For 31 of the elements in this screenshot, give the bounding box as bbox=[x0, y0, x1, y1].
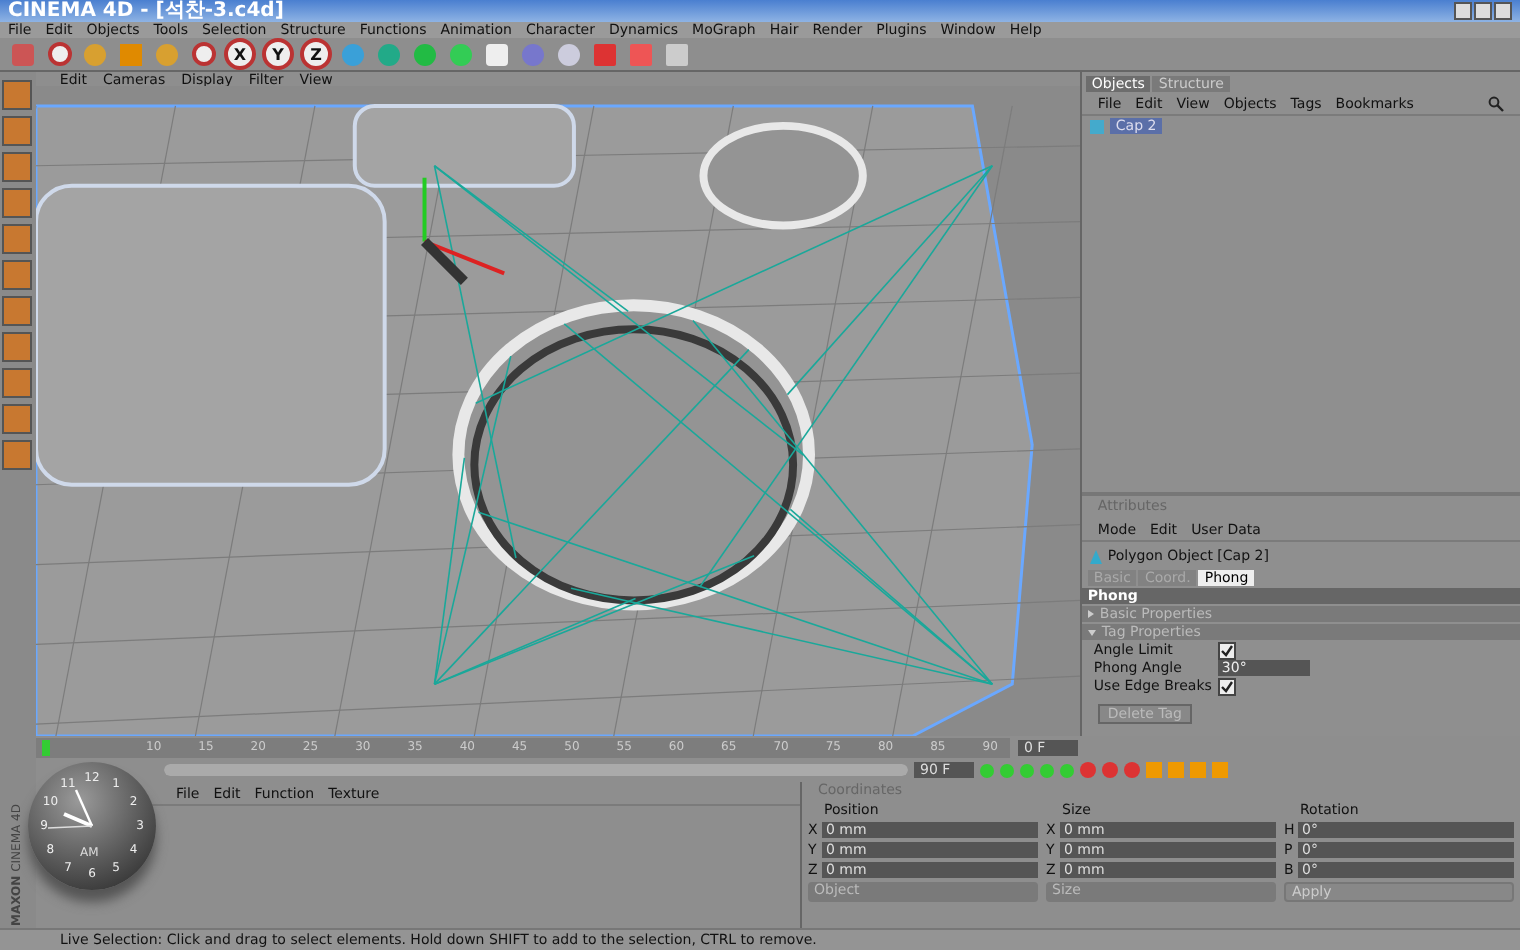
tool-icon[interactable] bbox=[44, 39, 74, 70]
mode-icon[interactable] bbox=[2, 224, 33, 255]
polygon-object-icon bbox=[1089, 119, 1104, 134]
mode-icon[interactable] bbox=[2, 260, 33, 291]
mode-icon[interactable] bbox=[2, 440, 33, 471]
clock-hands-icon bbox=[46, 788, 94, 831]
mode-icon[interactable] bbox=[2, 404, 33, 435]
key-icon[interactable] bbox=[1190, 762, 1206, 779]
axis-lock-button[interactable]: Z bbox=[300, 38, 332, 71]
playhead-icon[interactable] bbox=[42, 739, 50, 756]
mode-icon[interactable] bbox=[2, 188, 33, 219]
key-icon[interactable] bbox=[1212, 762, 1228, 779]
checkbox[interactable] bbox=[1217, 677, 1236, 696]
mode-icon[interactable] bbox=[2, 152, 33, 183]
tool-icon[interactable] bbox=[662, 39, 692, 70]
mode-icon[interactable] bbox=[2, 332, 33, 363]
window-title: CINEMA 4D - [석찬-3.c4d] bbox=[8, 0, 284, 22]
tool-icon[interactable] bbox=[554, 39, 584, 70]
key-icon[interactable] bbox=[1146, 762, 1162, 779]
search-icon[interactable] bbox=[1488, 95, 1504, 112]
mode-icon[interactable] bbox=[2, 296, 33, 327]
checkbox[interactable] bbox=[1217, 641, 1236, 660]
key-icon[interactable] bbox=[1168, 762, 1184, 779]
axis-lock-button[interactable]: X bbox=[224, 38, 256, 71]
axis-lock-button[interactable]: Y bbox=[262, 38, 294, 71]
mode-icon[interactable] bbox=[2, 116, 33, 147]
range-slider[interactable] bbox=[164, 764, 908, 777]
tool-icon[interactable] bbox=[188, 39, 218, 70]
mode-icon[interactable] bbox=[2, 368, 33, 399]
tool-icon[interactable] bbox=[482, 39, 512, 70]
mode-icon[interactable] bbox=[2, 80, 33, 111]
